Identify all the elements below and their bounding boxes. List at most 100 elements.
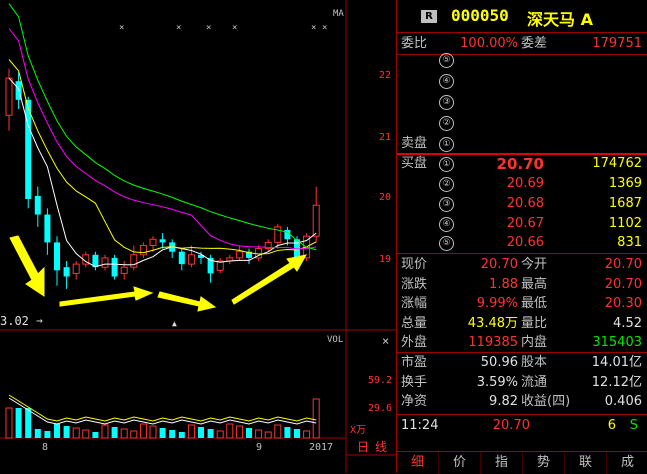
candle-body [25,99,32,199]
quote-label: 涨跌 [401,276,428,292]
quote-value: 20.70 [604,276,642,292]
volume-bar [294,429,300,438]
volume-bar [120,428,128,439]
quote-row: 涨幅 9.99% 最低 20.30 [397,294,647,314]
sell-row: ③ [397,92,647,112]
buy-row: 买盘 ① 20.70 174762 [397,154,647,174]
sell-row: ④ [397,71,647,91]
quote-row: 外盘 119385 内盘 315403 [397,333,647,353]
candle-body [63,267,70,277]
quote-label: 最高 [521,276,548,292]
quote-label: 外盘 [401,335,428,350]
ma-label[interactable]: MA [333,9,344,19]
sell-level-icon: ④ [439,74,454,89]
close-icon[interactable]: × [382,334,389,348]
buy-level-icon: ② [439,177,454,192]
buy-level-icon: ④ [439,217,454,232]
volume-bar [92,432,99,438]
tab-deals[interactable]: 成 [607,452,647,474]
stock-name: 深天马 A [527,10,593,29]
quote-value: 20.70 [480,257,518,272]
volume-bar [139,423,147,439]
volume-bar [178,432,185,438]
candle-body [5,77,13,116]
candle-body [159,239,166,243]
quote-value: 315403 [592,335,642,350]
buy-volume: 174762 [592,156,642,171]
buy-volume: 1369 [608,176,642,191]
quote-label: 总量 [401,315,428,331]
volume-bar [44,431,51,438]
tab-index[interactable]: 指 [481,452,523,474]
fund-value: 0.406 [604,394,642,409]
x-label: 2017 [309,442,333,453]
candle-body [101,257,109,268]
period-tab-day[interactable]: 日 [357,440,369,454]
tab-detail[interactable]: 细 [397,452,439,474]
fund-value: 50.96 [480,355,518,370]
fund-label: 净资 [401,394,428,409]
x-label: 8 [42,442,48,453]
svg-text:×: × [119,23,124,33]
price-tick-label: 22 [379,70,391,81]
vol-label[interactable]: VOL [327,335,343,345]
fund-label: 换手 [401,374,428,390]
fund-label: 市盈 [401,355,428,370]
volume-bar [312,398,320,439]
sell-level-icon: ② [439,116,454,131]
quote-label: 内盘 [521,335,548,350]
price-tick-label: 21 [379,132,391,143]
candle-body [44,214,51,243]
buy-row: ⑤ 20.66 831 [397,233,647,253]
candle-body [149,238,157,247]
low-marker-arrow-icon: → [36,314,43,327]
fund-label: 股本 [521,355,548,370]
volume-bar [34,429,41,438]
tab-price[interactable]: 价 [439,452,481,474]
tab-trend[interactable]: 势 [523,452,565,474]
buy-row: ② 20.69 1369 [397,174,647,194]
vol-unit-label: X万 [350,425,366,436]
candle-body [120,266,128,274]
volume-bar [72,427,80,439]
volume-bar [149,425,157,439]
quote-label: 最低 [521,296,548,311]
fund-row: 市盈 50.96 股本 14.01亿 [397,353,647,373]
price-tick-label: 20 [379,192,391,203]
tick-side: S [629,418,638,433]
candle-body [130,254,138,268]
quote-label: 今开 [521,257,548,272]
candle-body [235,251,243,259]
r-badge-icon[interactable]: R [421,10,437,23]
buy-label: 买盘 [401,156,428,171]
volume-bar [303,430,311,439]
volume-bar [25,408,32,438]
sell-row: 卖盘 ① [397,134,647,154]
volume-bar [169,430,176,438]
candle-body [178,251,185,265]
tab-linked[interactable]: 联 [565,452,607,474]
stock-code: 000050 [451,6,509,25]
candle-body [34,195,41,215]
volume-bar [111,427,118,438]
stock-header: R 000050 深天马 A [397,0,647,33]
volume-bar [274,424,282,439]
quote-row: 涨跌 1.88 最高 20.70 [397,275,647,295]
buy-volume: 1687 [608,196,642,211]
quote-label: 量比 [521,315,548,331]
fund-value: 12.12亿 [591,374,642,390]
fund-row: 净资 9.82 收益(四) 0.406 [397,392,647,412]
tick-price: 20.70 [492,418,530,433]
buy-price: 20.69 [506,176,544,191]
quote-value: 119385 [468,335,518,350]
candle-body [187,254,195,265]
buy-level-icon: ① [439,157,454,172]
fund-value: 14.01亿 [591,355,642,370]
sell-row: ⑤ [397,50,647,70]
quote-label: 现价 [401,257,428,272]
kline-chart[interactable]: 22 21 20 19 MA VOL × × × × × × × 59.2 29.6 X… [0,0,396,473]
period-tab-line[interactable]: 线 [375,440,387,454]
buy-price: 20.67 [506,216,544,231]
quote-value: 20.70 [604,257,642,272]
buy-row: ③ 20.68 1687 [397,194,647,214]
